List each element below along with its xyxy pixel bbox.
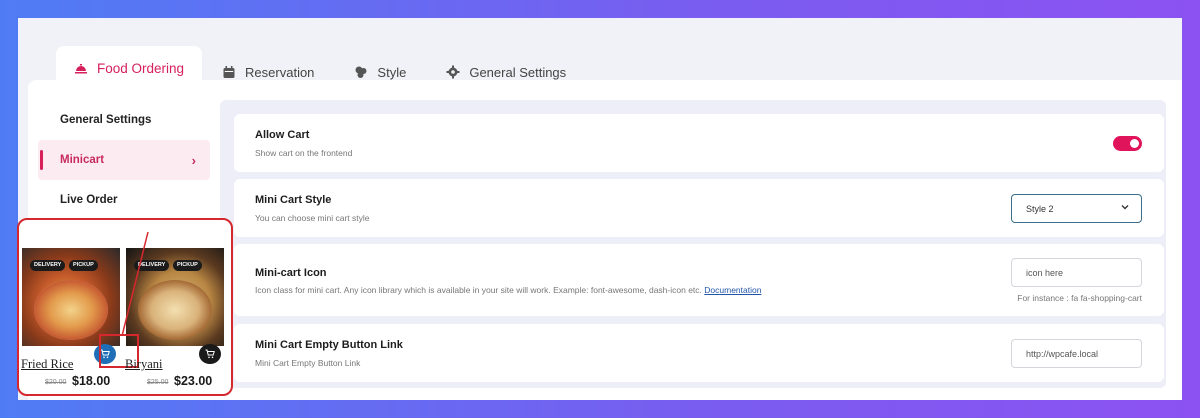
cloche-icon: [75, 64, 87, 74]
documentation-link[interactable]: Documentation: [704, 285, 761, 295]
settings-content: Allow Cart Show cart on the frontend Min…: [220, 100, 1166, 388]
allow-cart-toggle[interactable]: [1113, 136, 1142, 151]
cart-icon: [205, 349, 215, 359]
dish-plate: [34, 280, 108, 340]
pointer-arrow-icon: [121, 231, 149, 337]
chevron-right-icon: ›: [191, 152, 196, 168]
setting-title: Mini Cart Empty Button Link: [255, 339, 403, 351]
input-value: http://wpcafe.local: [1026, 348, 1099, 359]
product-name[interactable]: Fried Rice: [21, 357, 73, 372]
product-price: $18.00: [72, 374, 111, 388]
pickup-badge: PICKUP: [173, 260, 202, 271]
setting-title: Mini-cart Icon: [255, 267, 327, 279]
setting-empty-button-link: Mini Cart Empty Button Link Mini Cart Em…: [234, 324, 1164, 382]
description-text: Icon class for mini cart. Any icon libra…: [255, 285, 702, 295]
palette-icon: [355, 66, 367, 78]
mini-cart-preview: DELIVERY PICKUP DELIVERY PICKUP Fried Ri…: [17, 218, 233, 396]
select-value: Style 2: [1026, 203, 1054, 214]
setting-title: Allow Cart: [255, 129, 310, 141]
chevron-down-icon: [1121, 205, 1129, 210]
tab-label: General Settings: [469, 64, 567, 80]
product-old-price: $20.00: [45, 379, 67, 386]
sidebar-item-general-settings[interactable]: General Settings: [38, 100, 210, 140]
input-hint: For instance : fa fa-shopping-cart: [1017, 293, 1142, 303]
setting-description: You can choose mini cart style: [255, 213, 370, 223]
setting-allow-cart: Allow Cart Show cart on the frontend: [234, 114, 1164, 172]
sidebar-item-live-order[interactable]: Live Order: [38, 180, 210, 220]
tab-label: Reservation: [245, 64, 315, 80]
pickup-badge: PICKUP: [69, 260, 98, 271]
product-name[interactable]: Biryani: [125, 357, 163, 372]
sidebar-item-label: Live Order: [60, 194, 118, 206]
mini-cart-icon-input[interactable]: icon here: [1011, 258, 1142, 287]
product-old-price: $25.00: [147, 379, 169, 386]
sidebar-item-label: General Settings: [60, 114, 152, 126]
add-to-cart-button[interactable]: [199, 344, 221, 364]
mini-cart-style-select[interactable]: Style 2: [1011, 194, 1142, 223]
setting-title: Mini Cart Style: [255, 194, 332, 206]
input-placeholder: icon here: [1026, 267, 1064, 278]
gear-icon: [446, 65, 460, 79]
setting-mini-cart-style: Mini Cart Style You can choose mini cart…: [234, 179, 1164, 237]
product-price: $23.00: [174, 374, 213, 388]
setting-description: Show cart on the frontend: [255, 148, 353, 158]
setting-description: Mini Cart Empty Button Link: [255, 358, 361, 368]
sidebar: General Settings Minicart › Live Order: [38, 100, 210, 220]
product-image-fried-rice: DELIVERY PICKUP: [22, 248, 120, 346]
setting-description: Icon class for mini cart. Any icon libra…: [255, 285, 761, 295]
sidebar-item-label: Minicart: [60, 154, 105, 166]
tab-label: Style: [377, 64, 407, 80]
setting-mini-cart-icon: Mini-cart Icon Icon class for mini cart.…: [234, 244, 1164, 316]
empty-button-link-input[interactable]: http://wpcafe.local: [1011, 339, 1142, 368]
tab-label: Food Ordering: [97, 60, 185, 76]
calendar-icon: [223, 66, 235, 78]
sidebar-item-minicart[interactable]: Minicart ›: [38, 140, 210, 180]
delivery-badge: DELIVERY: [30, 260, 66, 271]
